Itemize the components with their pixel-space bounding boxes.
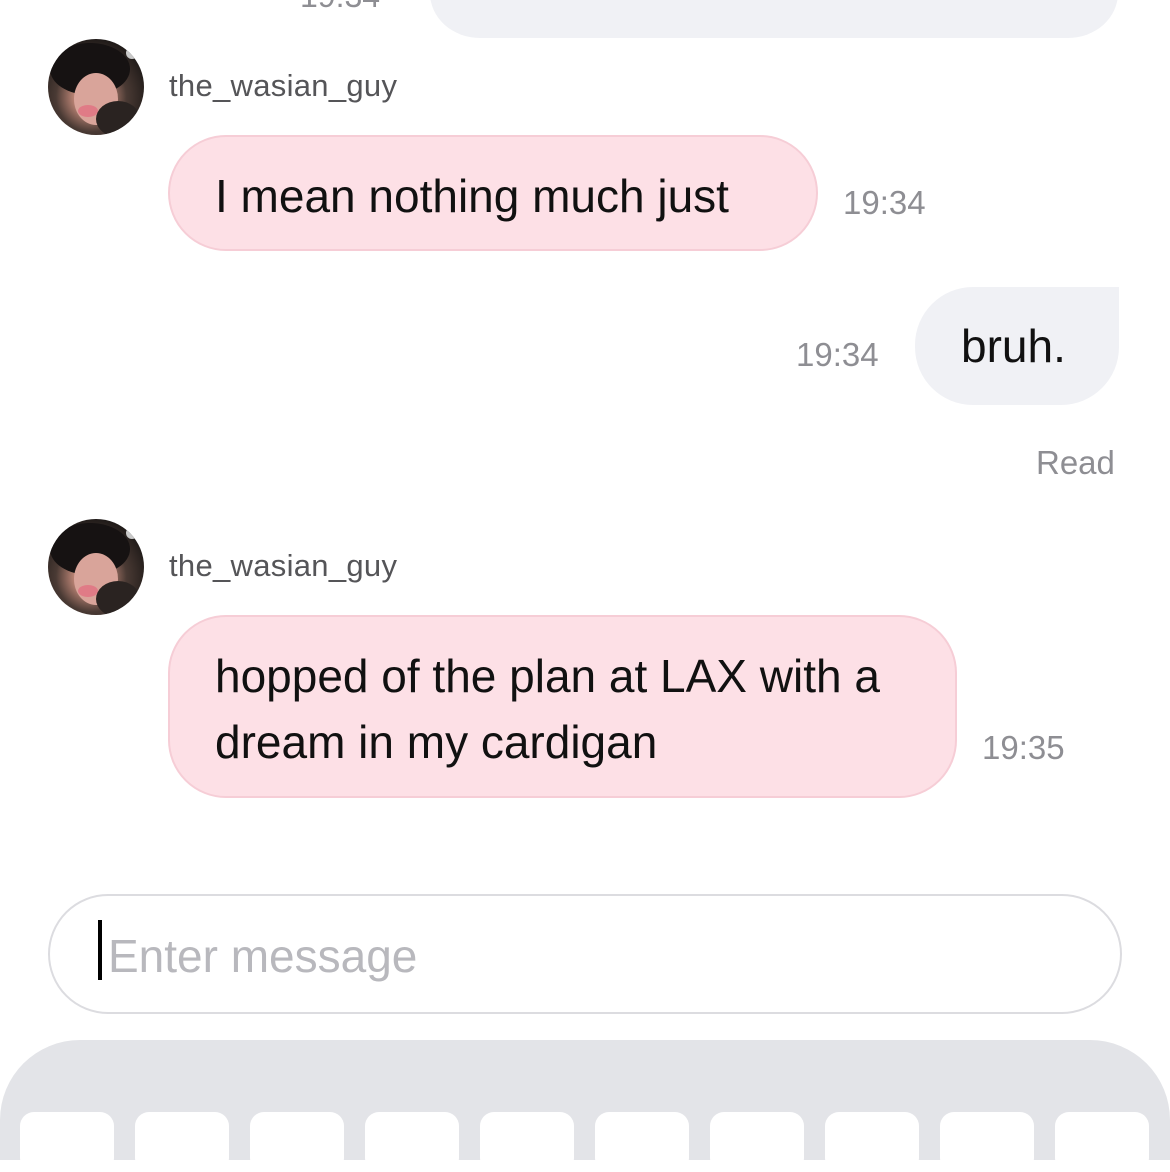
read-receipt: Read	[1036, 444, 1115, 481]
message-input[interactable]	[108, 924, 1068, 988]
text-cursor	[98, 920, 102, 980]
incoming-message-bubble[interactable]: hopped of the plan at LAX with a dream i…	[168, 615, 957, 798]
avatar[interactable]	[48, 39, 144, 135]
message-timestamp: 19:34	[843, 184, 926, 221]
keyboard-key[interactable]	[1055, 1112, 1149, 1172]
keyboard-key[interactable]	[365, 1112, 459, 1172]
outgoing-message-bubble-clipped[interactable]	[430, 0, 1118, 38]
keyboard-key[interactable]	[20, 1112, 114, 1172]
keyboard-key[interactable]	[825, 1112, 919, 1172]
keyboard-key[interactable]	[480, 1112, 574, 1172]
profile-photo	[50, 43, 140, 135]
message-text: hopped of the plan at LAX with a dream i…	[215, 650, 880, 768]
keyboard-key[interactable]	[250, 1112, 344, 1172]
incoming-message-bubble[interactable]: I mean nothing much just	[168, 135, 818, 251]
keyboard-key[interactable]	[135, 1112, 229, 1172]
message-timestamp-clipped: 19:34	[300, 0, 380, 15]
message-text: I mean nothing much just	[215, 170, 729, 222]
keyboard-key[interactable]	[710, 1112, 804, 1172]
message-composer	[48, 894, 1122, 1014]
keyboard	[0, 1040, 1170, 1172]
outgoing-message-bubble[interactable]: bruh.	[915, 287, 1119, 405]
avatar[interactable]	[48, 519, 144, 615]
message-timestamp: 19:35	[982, 729, 1065, 766]
sender-username[interactable]: the_wasian_guy	[169, 68, 397, 104]
message-text: bruh.	[961, 320, 1066, 372]
keyboard-key[interactable]	[595, 1112, 689, 1172]
sender-username[interactable]: the_wasian_guy	[169, 548, 397, 584]
keyboard-key[interactable]	[940, 1112, 1034, 1172]
message-timestamp: 19:34	[796, 336, 879, 373]
profile-photo	[50, 523, 140, 615]
